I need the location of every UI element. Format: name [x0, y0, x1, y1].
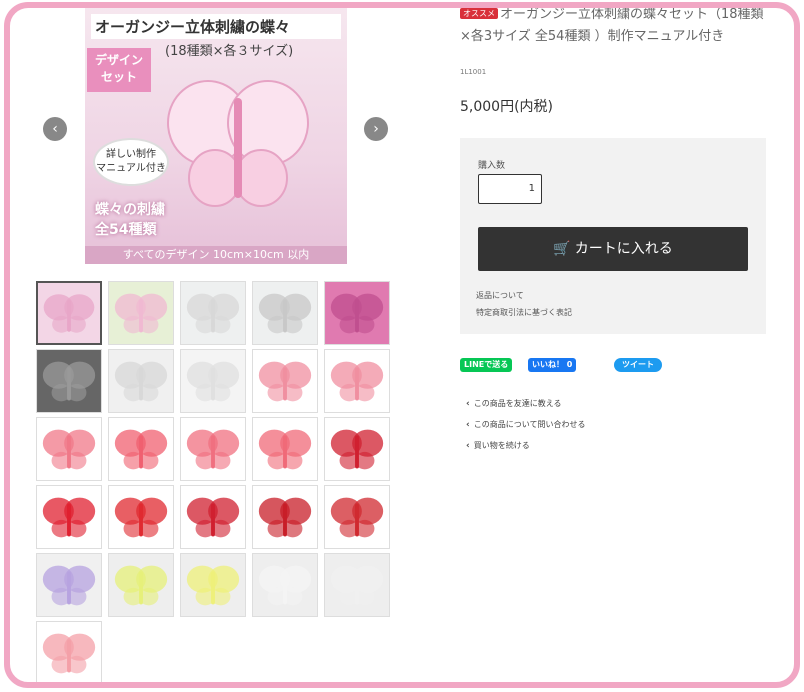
butterfly-thumb-icon [109, 350, 173, 412]
image-subtitle: (18種類×各３サイズ) [165, 44, 294, 59]
cart-panel: 購入数 1 🛒 カートに入れる 返品について 特定商取引法に基づく表記 [460, 138, 766, 334]
thumbnail-23[interactable] [180, 553, 246, 617]
cart-icon: 🛒 [553, 241, 571, 257]
thumbnail-6[interactable] [36, 349, 102, 413]
thumbnail-18[interactable] [180, 485, 246, 549]
thumbnail-19[interactable] [252, 485, 318, 549]
butterfly-thumb-icon [109, 486, 173, 548]
butterfly-thumb-icon [37, 418, 101, 480]
tell-friend-link[interactable]: ‹ この商品を友達に教える [466, 398, 561, 409]
thumbnail-16[interactable] [36, 485, 102, 549]
thumbnail-3[interactable] [180, 281, 246, 345]
chevron-left-icon: ‹ [466, 399, 470, 409]
size-footer: すべてのデザイン 10cm×10cm 以内 [85, 246, 347, 264]
butterfly-thumb-icon [37, 486, 101, 548]
thumbnail-5[interactable] [324, 281, 390, 345]
embroidery-count-text: 蝶々の刺繍 全54種類 [95, 202, 165, 238]
inquiry-link[interactable]: ‹ この商品について問い合わせる [466, 419, 585, 430]
next-image-button[interactable]: › [364, 117, 388, 141]
twitter-tweet-button[interactable]: ツイート [614, 358, 662, 372]
quantity-input[interactable]: 1 [478, 174, 542, 204]
butterfly-thumb-icon [181, 486, 245, 548]
thumbnail-8[interactable] [180, 349, 246, 413]
continue-shopping-label: 買い物を続ける [473, 441, 530, 450]
butterfly-thumb-icon [253, 554, 317, 616]
butterfly-thumb-icon [37, 622, 101, 684]
chevron-left-icon: ‹ [466, 441, 470, 451]
butterfly-thumb-icon [38, 283, 100, 343]
thumbnail-21[interactable] [36, 553, 102, 617]
butterfly-thumb-icon [325, 554, 389, 616]
butterfly-thumb-icon [253, 486, 317, 548]
add-to-cart-button[interactable]: 🛒 カートに入れる [478, 227, 748, 271]
butterfly-thumb-icon [325, 350, 389, 412]
thumbnail-22[interactable] [108, 553, 174, 617]
tokusho-link[interactable]: 特定商取引法に基づく表記 [476, 307, 572, 318]
butterfly-thumb-icon [253, 282, 317, 344]
prev-image-button[interactable]: ‹ [43, 117, 67, 141]
thumbnail-12[interactable] [108, 417, 174, 481]
thumbnail-14[interactable] [252, 417, 318, 481]
thumbnail-4[interactable] [252, 281, 318, 345]
butterfly-thumb-icon [181, 554, 245, 616]
manual-note: 詳しい制作 マニュアル付き [93, 138, 169, 186]
thumbnail-1[interactable] [36, 281, 102, 345]
thumbnail-20[interactable] [324, 485, 390, 549]
thumbnail-24[interactable] [252, 553, 318, 617]
product-price: 5,000円(内税) [460, 99, 554, 115]
butterfly-thumb-icon [37, 554, 101, 616]
butterfly-thumb-icon [253, 350, 317, 412]
butterfly-thumb-icon [181, 418, 245, 480]
inquiry-label: この商品について問い合わせる [473, 420, 586, 429]
butterfly-thumb-icon [325, 486, 389, 548]
product-title-text: オーガンジー立体刺繍の蝶々セット（18種類×各3サイズ 全54種類 ）制作マニュ… [460, 7, 764, 44]
butterfly-thumb-icon [325, 418, 389, 480]
line-share-button[interactable]: LINEで送る [460, 358, 513, 372]
quantity-label: 購入数 [478, 161, 506, 171]
butterfly-thumb-icon [181, 350, 245, 412]
product-code: 1L1001 [460, 68, 487, 76]
butterfly-illustration [167, 80, 309, 207]
chevron-left-icon: ‹ [466, 420, 470, 430]
butterfly-thumb-icon [109, 282, 173, 344]
thumbnail-17[interactable] [108, 485, 174, 549]
thumbnail-25[interactable] [324, 553, 390, 617]
tell-friend-label: この商品を友達に教える [473, 399, 562, 408]
main-product-image[interactable]: オーガンジー立体刺繍の蝶々 (18種類×各３サイズ) デザイン セット 詳しい制… [85, 6, 347, 264]
returns-link[interactable]: 返品について [476, 290, 524, 301]
product-title: オススメ オーガンジー立体刺繍の蝶々セット（18種類×各3サイズ 全54種類 ）制… [460, 4, 770, 48]
add-to-cart-label: カートに入れる [574, 241, 673, 257]
thumbnail-15[interactable] [324, 417, 390, 481]
butterfly-thumb-icon [109, 418, 173, 480]
thumbnail-13[interactable] [180, 417, 246, 481]
recommended-badge: オススメ [460, 8, 498, 19]
butterfly-thumb-icon [37, 350, 101, 412]
continue-shopping-link[interactable]: ‹ 買い物を続ける [466, 440, 530, 451]
thumbnail-9[interactable] [252, 349, 318, 413]
butterfly-thumb-icon [109, 554, 173, 616]
facebook-like-button[interactable]: いいね！ 0 [528, 358, 577, 372]
butterfly-thumb-icon [325, 282, 389, 344]
image-title: オーガンジー立体刺繍の蝶々 [91, 14, 341, 39]
design-set-badge: デザイン セット [87, 48, 151, 92]
thumbnail-2[interactable] [108, 281, 174, 345]
butterfly-thumb-icon [253, 418, 317, 480]
thumbnail-10[interactable] [324, 349, 390, 413]
thumbnail-26[interactable] [36, 621, 102, 685]
thumbnail-7[interactable] [108, 349, 174, 413]
thumbnail-11[interactable] [36, 417, 102, 481]
butterfly-thumb-icon [181, 282, 245, 344]
